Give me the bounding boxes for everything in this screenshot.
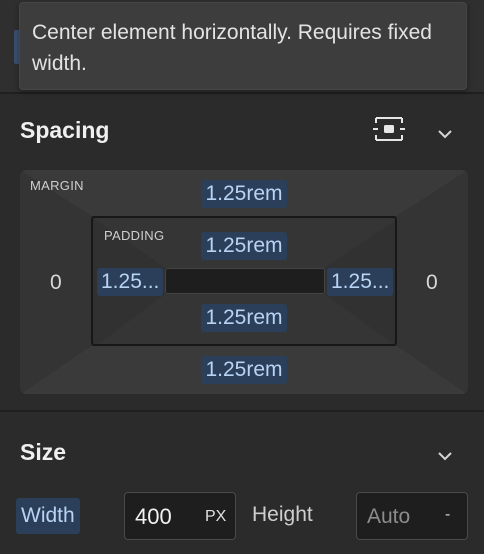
- width-input[interactable]: 400 PX: [124, 492, 236, 540]
- margin-box: MARGIN 1.25rem 1.25rem 0 0 PADDING 1.25r…: [20, 170, 468, 394]
- width-label[interactable]: Width: [16, 498, 80, 534]
- margin-left-value[interactable]: 0: [50, 271, 62, 295]
- margin-top-value[interactable]: 1.25rem: [201, 180, 287, 208]
- margin-right-value[interactable]: 0: [426, 271, 438, 295]
- tooltip-text: Center element horizontally. Requires fi…: [32, 21, 432, 75]
- padding-box: PADDING 1.25rem 1.25rem 1.25... 1.25...: [91, 216, 397, 346]
- divider: [0, 92, 484, 94]
- padding-top-value[interactable]: 1.25rem: [201, 232, 287, 260]
- divider: [0, 410, 484, 412]
- width-value: 400: [135, 504, 172, 529]
- width-unit[interactable]: PX: [205, 508, 226, 526]
- content-box: [165, 268, 325, 294]
- padding-left-value[interactable]: 1.25...: [97, 268, 163, 296]
- height-value: Auto: [367, 505, 411, 528]
- size-collapse-chevron-down-icon[interactable]: [437, 448, 453, 461]
- size-title: Size: [20, 439, 67, 465]
- center-horizontal-icon[interactable]: [373, 116, 405, 142]
- padding-label: PADDING: [104, 228, 165, 243]
- padding-right-value[interactable]: 1.25...: [327, 268, 393, 296]
- style-panel: Center element horizontally. Requires fi…: [0, 0, 484, 554]
- spacing-collapse-chevron-down-icon[interactable]: [437, 126, 453, 139]
- padding-bottom-value[interactable]: 1.25rem: [201, 304, 287, 332]
- height-input[interactable]: Auto -: [356, 492, 468, 540]
- margin-bottom-value[interactable]: 1.25rem: [201, 356, 287, 384]
- height-label[interactable]: Height: [252, 503, 313, 527]
- tooltip: Center element horizontally. Requires fi…: [19, 2, 467, 90]
- spacing-title: Spacing: [20, 117, 110, 143]
- height-unit[interactable]: -: [445, 506, 450, 524]
- margin-label: MARGIN: [30, 178, 84, 193]
